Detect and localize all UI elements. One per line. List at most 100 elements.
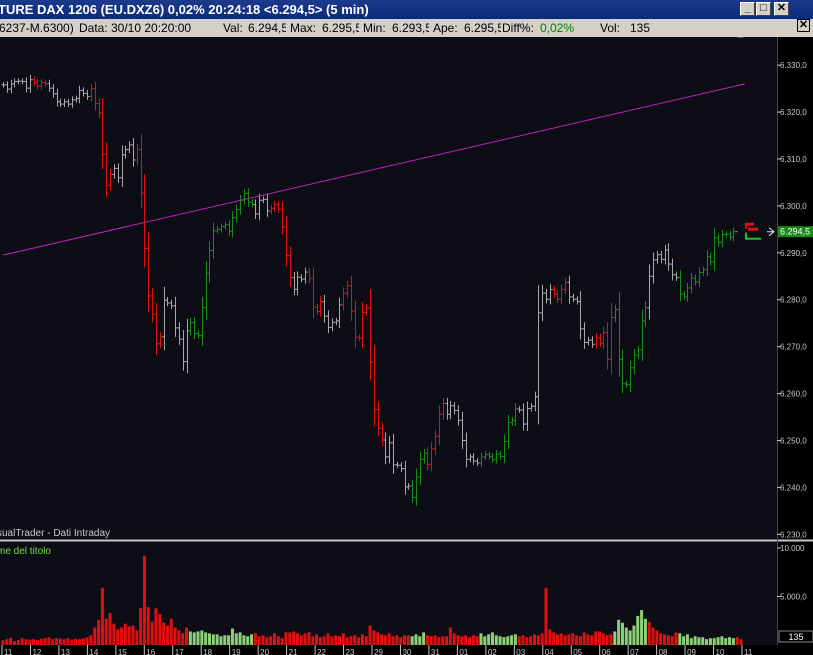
data-value: 30/10 20:20:00 [111, 21, 192, 35]
volume-bar [330, 636, 334, 645]
volume-bar [448, 627, 452, 645]
time-tick-label: 01 [459, 648, 468, 655]
volume-bar [406, 635, 410, 645]
time-tick-label: 23 [346, 648, 355, 655]
low-flag [745, 237, 761, 240]
volume-bar [368, 625, 372, 645]
volume-bar [376, 632, 380, 645]
volume-bar [712, 638, 716, 645]
volume-bar [177, 630, 181, 645]
volume-bar [93, 627, 97, 645]
volume-bar [433, 635, 437, 645]
close-chart-button[interactable]: ✕ [797, 19, 810, 32]
volume-bar [613, 631, 617, 645]
min-label: Min: [363, 21, 386, 35]
volume-bar [674, 632, 678, 645]
volume-bar [28, 639, 32, 645]
volume-bar [146, 607, 150, 645]
volume-bar [716, 637, 720, 645]
volume-bar [185, 627, 189, 645]
volume-bar [414, 634, 418, 645]
volume-bar [169, 618, 173, 645]
volume-bar [112, 623, 116, 645]
data-label: Data: [79, 21, 108, 35]
volume-bar [207, 633, 211, 645]
volume-bar [464, 635, 468, 645]
volume-bar [494, 635, 498, 645]
volume-bar [697, 637, 701, 645]
last-volume-marker: 135 [778, 630, 813, 643]
volume-bar [395, 635, 399, 645]
volume-bar [299, 635, 303, 645]
time-tick-label: 09 [687, 648, 696, 655]
price-tick-label: 6.280,0 [780, 296, 807, 305]
volume-bar [456, 635, 460, 645]
volume-bar [250, 634, 254, 645]
volume-bar [5, 639, 9, 645]
time-tick-label: 14 [89, 648, 98, 655]
volume-bar [487, 634, 491, 645]
price-panel [0, 37, 777, 539]
volume-bar [479, 633, 483, 645]
volume-bar [735, 637, 739, 645]
time-tick-label: 20 [260, 648, 269, 655]
volume-bar [471, 635, 475, 645]
volume-bar [261, 635, 265, 645]
volume-bar [70, 639, 74, 645]
volume-bar [85, 637, 89, 645]
volume-bar [555, 634, 559, 645]
window-titlebar: TURE DAX 1206 (EU.DXZ6) 0,02% 20:24:18 <… [0, 0, 813, 19]
time-tick-label: 10 [716, 648, 725, 655]
volume-bar [234, 633, 238, 645]
volume-bar [295, 633, 299, 645]
volume-bar [582, 632, 586, 645]
volume-bar [188, 631, 192, 645]
volume-bar [219, 636, 223, 645]
volume-bar [9, 637, 13, 645]
volume-bar [242, 635, 246, 645]
volume-bar [586, 634, 590, 645]
price-tick-label: 6.240,0 [780, 483, 807, 492]
chart-area[interactable]: 6.330,0 6.320,0 6.310,0 6.300,0 6.290,0 6.280… [0, 37, 813, 655]
volume-panel-title: me del titolo [0, 546, 51, 557]
close-window-button[interactable]: ✕ [774, 2, 789, 16]
volume-bar [506, 636, 510, 645]
time-tick-label: 16 [146, 648, 155, 655]
high-flag-pole [745, 224, 747, 229]
volume-bar [349, 636, 353, 645]
volume-bar [540, 633, 544, 645]
quote-info-bar: 6237-M.6300) Data: 30/10 20:20:00 Val: 6… [0, 19, 813, 37]
volume-bar [181, 633, 185, 645]
volume-bar [227, 635, 231, 645]
volume-bar [196, 631, 200, 645]
volume-bar [276, 636, 280, 645]
volume-bar [422, 632, 426, 645]
volume-bar [693, 636, 697, 645]
minimize-button[interactable]: _ [740, 2, 755, 16]
time-tick-label: 02 [488, 648, 497, 655]
volume-bar [58, 638, 62, 645]
volume-bar [55, 638, 59, 645]
volume-bar [357, 637, 361, 645]
volume-bar [204, 632, 208, 645]
price-tick-label: 6.290,0 [780, 249, 807, 258]
volume-bar [116, 629, 120, 645]
price-tick-label: 6.270,0 [780, 343, 807, 352]
val-value: 6.294,5 [248, 21, 286, 35]
volume-bar [173, 627, 177, 645]
price-tick-label: 6.320,0 [780, 108, 807, 117]
volume-bar [739, 639, 743, 645]
volume-bar [127, 626, 131, 645]
diff-value: 0,02% [540, 21, 575, 35]
volume-bar [670, 636, 674, 645]
volume-bar [341, 633, 345, 645]
time-tick-label: 08 [659, 648, 668, 655]
volume-bar [360, 634, 364, 645]
volume-bar [399, 637, 403, 645]
time-tick-label: 12 [32, 648, 41, 655]
last-volume-label: 135 [788, 632, 803, 642]
maximize-button[interactable]: □ [756, 2, 771, 16]
volume-bar [640, 610, 644, 645]
chart-watermark: sualTrader - Dati Intraday [0, 528, 110, 539]
time-tick-label: 05 [573, 648, 582, 655]
